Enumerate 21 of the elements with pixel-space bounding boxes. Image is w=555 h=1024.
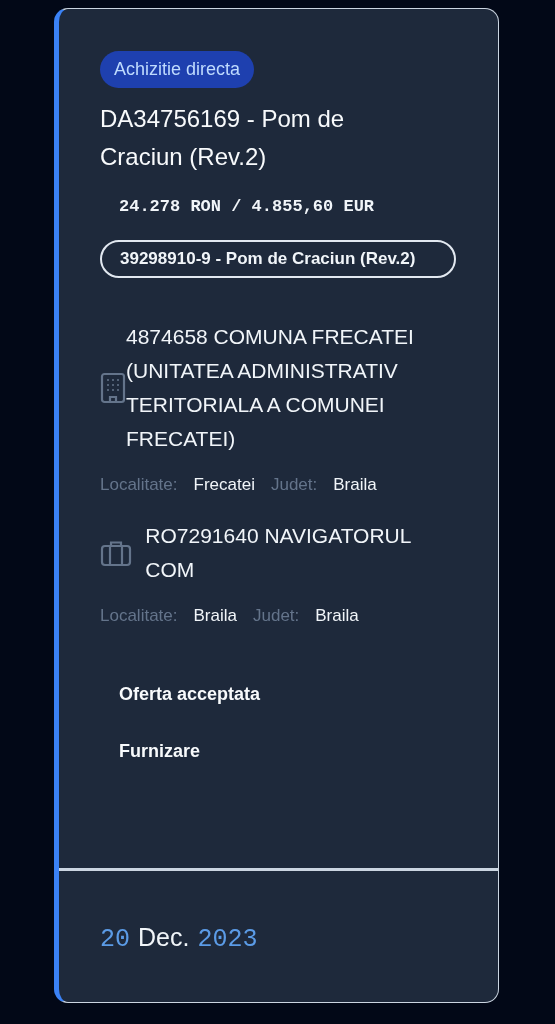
contract-type-text: Furnizare (119, 739, 202, 763)
locality-value: Braila (193, 605, 237, 627)
cpv-pill: 39298910-9 - Pom de Craciun (Rev.2) (100, 239, 456, 278)
locality-value: Frecatei (193, 473, 255, 496)
county-value: Braila (315, 605, 359, 627)
date-month: Dec. (138, 921, 190, 953)
party-name: 4874658 COMUNA FRECATEI (UNITATEA ADMINISTRATIV TERITORIALA A COMUNEI FRECATEI) (126, 323, 415, 452)
procedure-badge: Achizitie directa (100, 51, 255, 88)
amount-text: 24.278 RON / 4.855,60 EUR (119, 196, 376, 218)
county-label: Judet: (270, 473, 318, 496)
county-label: Judet: (252, 605, 300, 627)
party-name: RO7291640 NAVIGATORUL COM (145, 523, 412, 583)
locality-label: Localitate: (100, 473, 178, 496)
status-text: Oferta acceptata (119, 682, 262, 706)
briefcase-icon (100, 539, 132, 567)
tender-title: DA34756169 - Pom de Craciun (Rev.2) (100, 104, 346, 172)
building-icon (100, 371, 126, 404)
locality-label: Localitate: (100, 605, 178, 627)
date-day: 20 (100, 920, 130, 958)
county-value: Braila (333, 473, 377, 496)
date-year: 2023 (197, 923, 258, 956)
